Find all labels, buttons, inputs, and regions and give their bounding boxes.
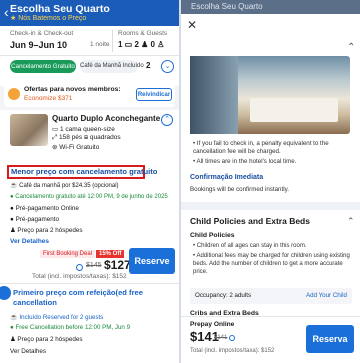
child-bullet-2-text: Additional fees may be charged for child… [193, 253, 350, 275]
policy-title: Child Policies and Extra Beds [190, 216, 310, 226]
price-match-text: Nós Batemos o Preço [18, 15, 87, 22]
divider [112, 30, 113, 52]
child-subtitle: Child Policies [190, 232, 235, 239]
deal-percent: 15% Off [96, 250, 125, 258]
filter-breakfast[interactable]: Café da Manhã Incluído [80, 60, 144, 73]
room-size: ⤢ 158 pés ⊞ quadrados [52, 134, 121, 141]
child-bullet-1: • Children of all ages can stay in this … [193, 243, 307, 249]
gift-icon [8, 88, 20, 100]
deal-badge: First Booking Deal [40, 250, 96, 258]
prepay2-text: Pré-pagamento [15, 216, 59, 223]
checkin-label: Check-in & Check-out [10, 30, 74, 37]
best-price-tag: Menor preço com cancelamento gratuito [7, 165, 157, 179]
chat-icon[interactable] [0, 286, 11, 300]
claim-offer-button[interactable]: Reivindicar [136, 88, 172, 101]
add-child-link[interactable]: Add Your Child [306, 292, 347, 299]
option2-breakfast: ☕ Incluído Reserved for 2 guests [10, 314, 104, 321]
close-icon[interactable]: ✕ [187, 18, 197, 32]
confirm-text: Bookings will be confirmed instantly. [190, 186, 289, 193]
header-bar: ‹ Escolha Seu Quarto ★ Nós Batemos o Pre… [0, 0, 179, 26]
room-name[interactable]: Quarto Duplo Aconchegante [52, 114, 160, 123]
price-for-text: Preço para 2 hóspedes [17, 227, 83, 234]
confirm-title: Confirmação Imediata [190, 174, 264, 181]
child-bullet-1-text: Children of all ages can stay in this ro… [196, 243, 307, 249]
bullet-times: • All times are in the hotel's local tim… [193, 158, 297, 165]
window-area [190, 56, 238, 134]
prepay-label: Prepay Online [190, 321, 235, 328]
room-size-value: 158 pés [59, 134, 83, 141]
dimmed-header: Escolha Seu Quarto [181, 0, 360, 14]
bullet-penalty-text: If you fail to check in, a penalty equiv… [193, 140, 329, 155]
right-screen: Escolha Seu Quarto ✕ ⌃ • If you fail to … [181, 0, 360, 363]
free-cancel-text: Cancelamento gratuito até 12:00 PM, 9 de… [15, 194, 168, 200]
left-screen: ‹ Escolha Seu Quarto ★ Nós Batemos o Pre… [0, 0, 179, 363]
price-for-guests: ♟ Preço para 2 hóspedes [10, 227, 83, 234]
divider [0, 55, 179, 56]
offer-savings: Economize $371 [24, 95, 73, 102]
old-price: $141 [214, 335, 228, 341]
chevron-up-icon[interactable]: ⌃ [347, 216, 355, 227]
breakfast-option: ☕ Café da manhã por $24.35 (opcional) [10, 183, 119, 189]
filter-count: 2 [146, 61, 151, 70]
search-panel: Check-in & Check-out Jun 9–Jun 10 1 noit… [0, 26, 179, 86]
view-details-link[interactable]: Ver Detalhes [10, 238, 49, 245]
filter-expand-icon[interactable]: ⌄ [161, 60, 174, 73]
guests-selector[interactable]: 1 ▭ 2 ♟ 0 ♙ [118, 40, 164, 49]
booking-footer: Prepay Online $141 $141 Total (incl. imp… [181, 316, 360, 363]
option2-price-for-text: Preço para 2 hóspedes [17, 336, 83, 343]
children-count: 0 [150, 40, 155, 49]
guests-label: Rooms & Guests [118, 30, 168, 37]
reserve-button[interactable]: Reserva [306, 325, 354, 353]
room-wifi: ⊛ Wi-Fi Gratuito [52, 144, 100, 151]
room-photo[interactable] [190, 56, 350, 134]
bullet-times-text: All times are in the hotel's local time. [196, 158, 297, 165]
info-icon[interactable] [76, 264, 83, 271]
option2-breakfast-text: Incluído Reserved for 2 guests [19, 314, 104, 321]
prepay-online: ● Pré-pagamento Online [10, 205, 79, 212]
prepay-text: Pré-pagamento Online [15, 205, 79, 212]
info-icon[interactable] [229, 335, 235, 341]
breakfast-option-text: Café da manhã por $24.35 (opcional) [19, 183, 119, 189]
price-match-badge: ★ Nós Batemos o Preço [10, 15, 87, 22]
page-title-dimmed: Escolha Seu Quarto [191, 2, 263, 11]
room-thumbnail[interactable] [10, 114, 48, 146]
room-size-unit: quadrados [89, 134, 121, 141]
option2-details-link[interactable]: Ver Detalhes [10, 348, 46, 355]
bed-graphic [250, 98, 338, 122]
adults-count: 2 [134, 40, 139, 49]
room-bed-text: 1 cama queen-size [59, 126, 115, 133]
rooms-count: 1 [118, 40, 123, 49]
option2-cancel-text: Free Cancellation before 12:00 PM, Jun 9 [15, 324, 131, 331]
option2-cancel: ● Free Cancellation before 12:00 PM, Jun… [10, 324, 131, 331]
date-range[interactable]: Jun 9–Jun 10 [10, 40, 67, 50]
room-bed: ▭ 1 cama queen-size [52, 126, 115, 133]
collapse-icon[interactable]: ⌃ [161, 114, 173, 126]
option2-title: Primeiro preço com refeição(ed free canc… [13, 288, 143, 307]
room-wifi-text: Wi-Fi Gratuito [59, 144, 100, 151]
divider [0, 283, 179, 284]
option2-price-for: ♟ Preço para 2 hóspedes [10, 336, 83, 343]
occupancy-row: Occupancy: 2 adults Add Your Child [190, 288, 352, 304]
room-card: Quarto Duplo Aconchegante ⌃ ▭ 1 cama que… [0, 110, 179, 363]
filter-free-cancel[interactable]: Cancelamento Gratuito [10, 60, 76, 73]
child-bullet-2: • Additional fees may be charged for chi… [193, 253, 350, 275]
reserve-button[interactable]: Reserve [129, 248, 175, 274]
free-cancel-note: ● Cancelamento gratuito até 12:00 PM, 9 … [10, 194, 168, 200]
total-price: Total (incl. impostos/taxas): $152 [32, 273, 127, 280]
old-price: $145 [86, 262, 102, 269]
offer-title: Ofertas para novos membros: [24, 86, 121, 93]
new-price: $127 [104, 258, 131, 272]
total-price: Total (incl. impostos/taxa): $152 [190, 348, 275, 354]
nights-count: 1 noite [90, 41, 110, 48]
back-arrow-icon[interactable]: ‹ [4, 4, 9, 20]
prepay: ● Pré-pagamento [10, 216, 59, 223]
chevron-up-icon[interactable]: ⌃ [347, 42, 355, 53]
bullet-penalty: • If you fail to check in, a penalty equ… [193, 140, 329, 155]
occupancy-text: Occupancy: 2 adults [195, 292, 252, 299]
member-offer-banner: Ofertas para novos membros: Economize $3… [4, 83, 175, 107]
